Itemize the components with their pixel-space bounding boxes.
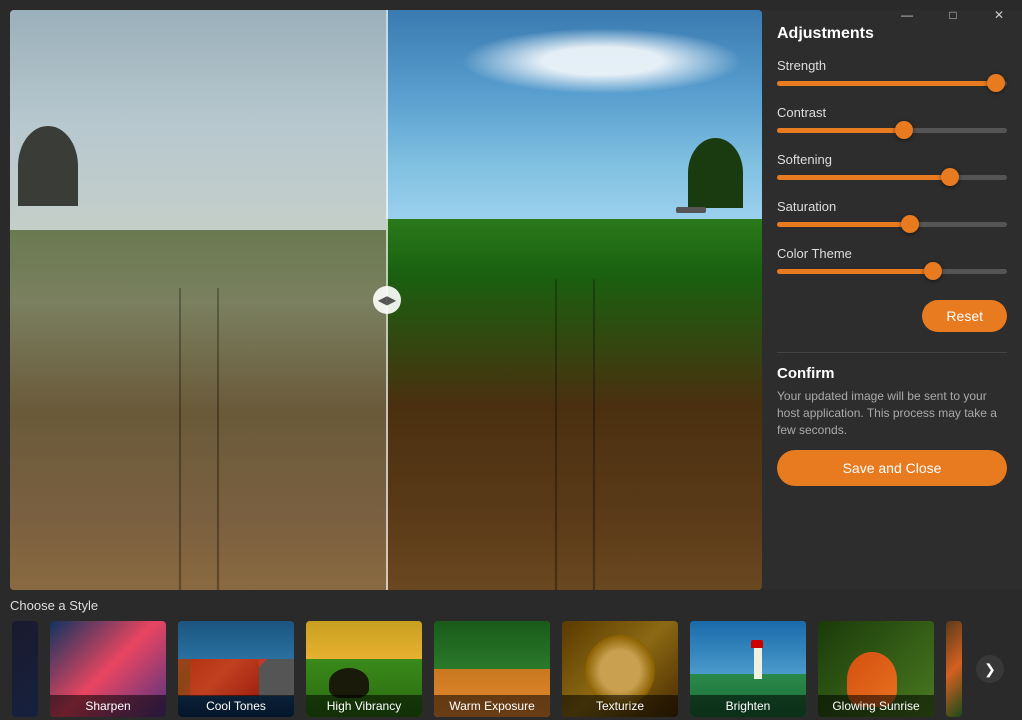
contrast-label: Contrast	[777, 105, 1007, 120]
close-button[interactable]: ✕	[976, 0, 1022, 30]
confirm-description: Your updated image will be sent to your …	[777, 388, 1007, 438]
strength-thumb[interactable]	[987, 74, 1005, 92]
style-label-warm-exposure: Warm Exposure	[434, 695, 550, 717]
style-list: Sharpen Cool Tones	[10, 619, 1012, 719]
confirm-section: Confirm Your updated image will be sent …	[777, 352, 1007, 486]
adjustments-panel: Adjustments Strength Contrast	[762, 10, 1022, 590]
style-item-high-vibrancy[interactable]: High Vibrancy	[304, 619, 424, 719]
style-item-glowing-sunrise[interactable]: Glowing Sunrise	[816, 619, 936, 719]
style-label-glowing-sunrise: Glowing Sunrise	[818, 695, 934, 717]
style-label-brighten: Brighten	[690, 695, 806, 717]
style-item-first[interactable]	[10, 619, 40, 719]
style-item-sharpen[interactable]: Sharpen	[48, 619, 168, 719]
softening-fill	[777, 175, 950, 180]
color-theme-label: Color Theme	[777, 246, 1007, 261]
reset-button[interactable]: Reset	[922, 300, 1007, 332]
style-item-brighten[interactable]: Brighten	[688, 619, 808, 719]
comparison-container: ◀▶	[10, 10, 762, 590]
color-theme-slider-group: Color Theme	[777, 246, 1007, 281]
strength-bg	[777, 81, 1007, 86]
style-item-next-partial[interactable]	[944, 619, 964, 719]
style-label-cool-tones: Cool Tones	[178, 695, 294, 717]
titlebar: — □ ✕	[884, 0, 1022, 30]
contrast-slider-group: Contrast	[777, 105, 1007, 140]
strength-label: Strength	[777, 58, 1007, 73]
saturation-slider-group: Saturation	[777, 199, 1007, 234]
style-section-title: Choose a Style	[10, 598, 1012, 613]
color-theme-track	[777, 261, 1007, 281]
comparison-divider: ◀▶	[386, 10, 388, 590]
confirm-title: Confirm	[777, 365, 1007, 382]
style-item-texturize[interactable]: Texturize	[560, 619, 680, 719]
after-image	[386, 10, 762, 590]
minimize-button[interactable]: —	[884, 0, 930, 30]
color-theme-thumb[interactable]	[924, 262, 942, 280]
preview-area: ◀▶	[10, 10, 762, 590]
before-image	[10, 10, 386, 590]
saturation-thumb[interactable]	[901, 215, 919, 233]
contrast-track	[777, 120, 1007, 140]
saturation-fill	[777, 222, 910, 227]
softening-track	[777, 167, 1007, 187]
color-theme-bg	[777, 269, 1007, 274]
style-label-sharpen: Sharpen	[50, 695, 166, 717]
content-area: ◀▶ Adjustments Strength	[0, 0, 1022, 590]
contrast-bg	[777, 128, 1007, 133]
style-item-warm-exposure[interactable]: Warm Exposure	[432, 619, 552, 719]
app-container: — □ ✕	[0, 0, 1022, 720]
softening-label: Softening	[777, 152, 1007, 167]
save-close-button[interactable]: Save and Close	[777, 450, 1007, 486]
next-arrow[interactable]: ❯	[976, 655, 1004, 683]
softening-bg	[777, 175, 1007, 180]
style-label-texturize: Texturize	[562, 695, 678, 717]
contrast-thumb[interactable]	[895, 121, 913, 139]
softening-slider-group: Softening	[777, 152, 1007, 187]
strength-track	[777, 73, 1007, 93]
softening-thumb[interactable]	[941, 168, 959, 186]
saturation-label: Saturation	[777, 199, 1007, 214]
divider-handle[interactable]: ◀▶	[373, 286, 401, 314]
style-item-cool-tones[interactable]: Cool Tones	[176, 619, 296, 719]
contrast-fill	[777, 128, 904, 133]
strength-slider-group: Strength	[777, 58, 1007, 93]
maximize-button[interactable]: □	[930, 0, 976, 30]
chevron-right-icon: ❯	[984, 661, 996, 678]
color-theme-fill	[777, 269, 933, 274]
sliders-group: Strength Contrast	[777, 58, 1007, 285]
bottom-strip: Choose a Style Sharpen	[0, 590, 1022, 720]
saturation-bg	[777, 222, 1007, 227]
strength-fill	[777, 81, 996, 86]
style-label-high-vibrancy: High Vibrancy	[306, 695, 422, 717]
saturation-track	[777, 214, 1007, 234]
